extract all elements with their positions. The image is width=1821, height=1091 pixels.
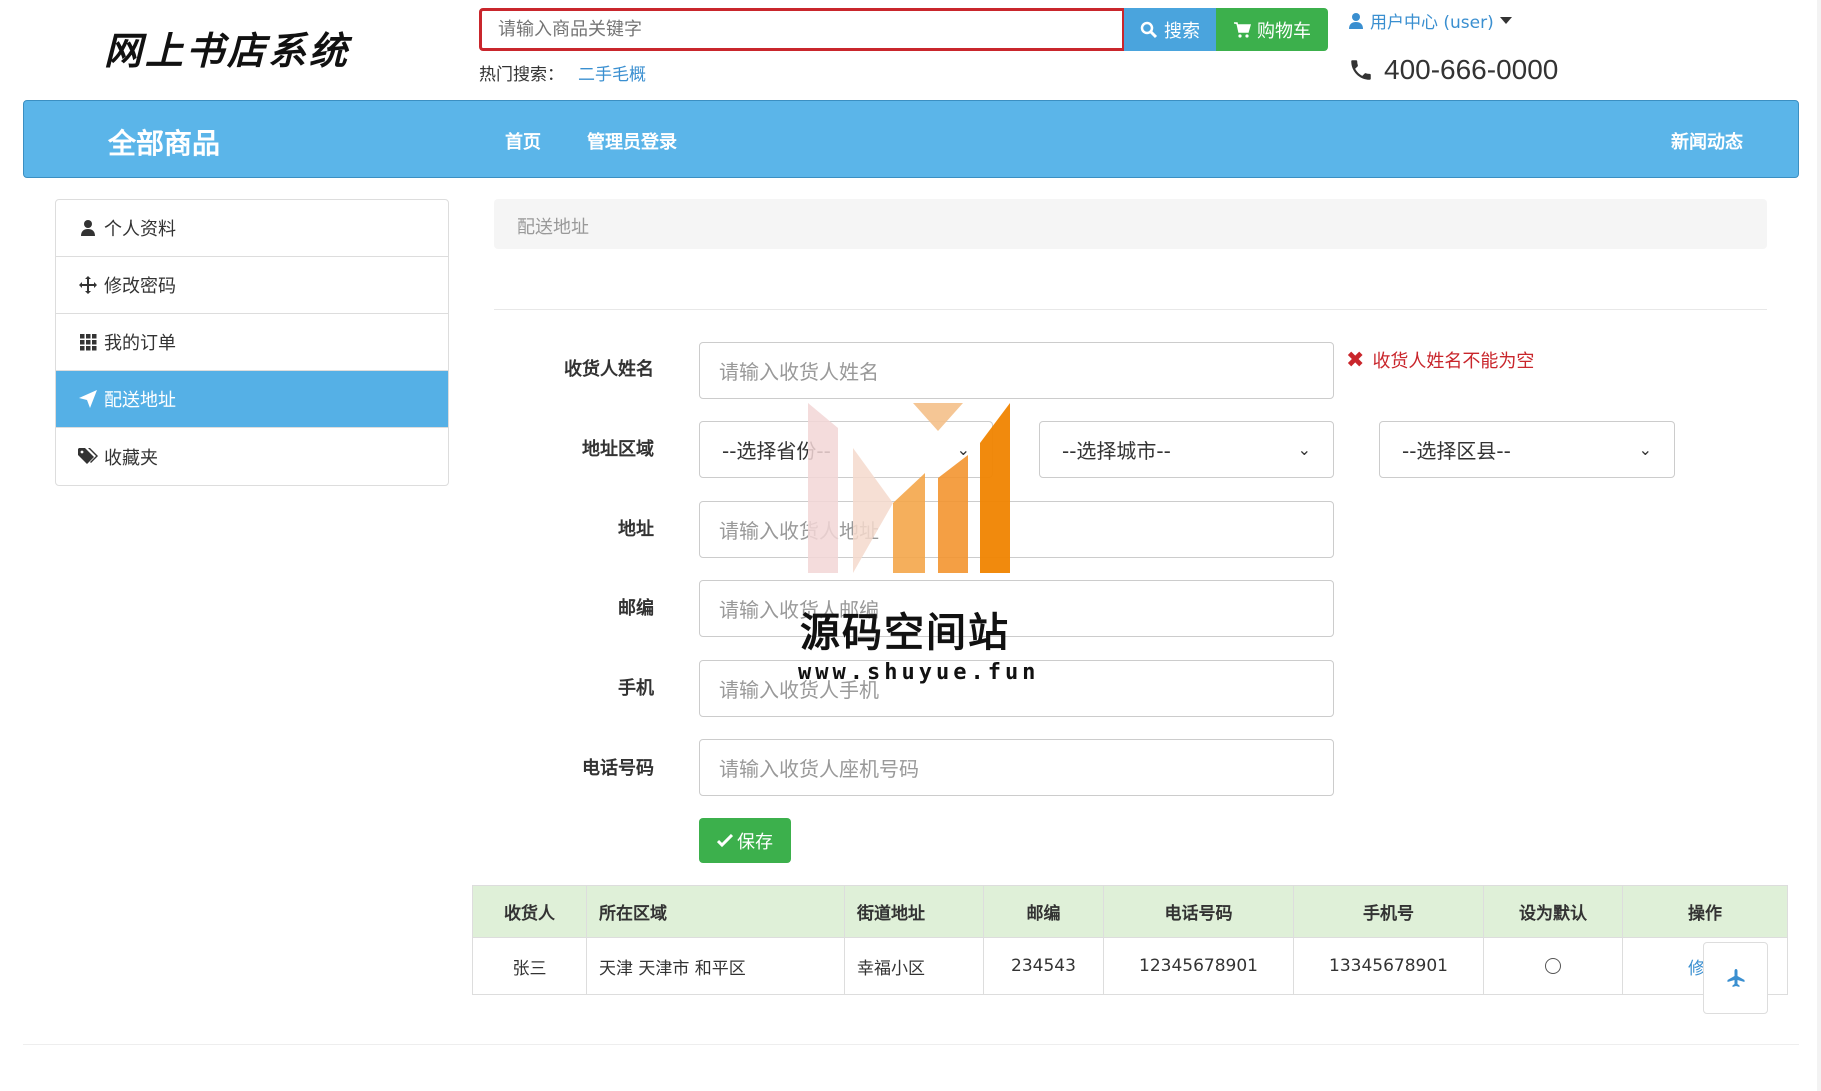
address-label: 地址 [618,519,654,540]
hot-search-link[interactable]: 二手毛概 [578,65,646,85]
table-header: 邮编 [983,885,1104,938]
nav-all-products[interactable]: 全部商品 [108,122,220,162]
error-x-icon: ✖ [1346,347,1365,373]
hotline: 400-666-0000 [1348,54,1558,86]
table-header: 操作 [1622,885,1788,938]
name-input[interactable]: 请输入收货人姓名 [699,342,1334,399]
zip-input[interactable]: 请输入收货人邮编 [699,580,1334,637]
watermark-logo-bar [853,448,893,573]
move-icon [78,276,98,294]
watermark-logo [808,403,1010,573]
tel-input[interactable]: 请输入收货人座机号码 [699,739,1334,796]
table-header-row: 收货人 所在区域 街道地址 邮编 电话号码 手机号 设为默认 操作 [472,885,1788,938]
sidebar-item-favorites[interactable]: 收藏夹 [56,428,448,485]
sidebar-item-label: 我的订单 [104,333,176,354]
footer-divider [23,1044,1799,1045]
cell-region: 天津 天津市 和平区 [586,937,845,995]
cell-mobile: 13345678901 [1293,937,1484,995]
cell-name: 张三 [472,937,587,995]
user-icon [78,219,98,237]
search-button[interactable]: 搜索 [1124,8,1216,51]
district-select-value: --选择区县-- [1402,439,1511,463]
watermark-url: www.shuyue.fun [798,660,1040,685]
save-button-label: 保存 [737,831,773,853]
district-select[interactable]: --选择区县-- ⌄ [1379,421,1675,478]
address-table: 收货人 所在区域 街道地址 邮编 电话号码 手机号 设为默认 操作 张三 天津 … [472,885,1788,995]
user-center-label: 用户中心 (user) [1370,13,1494,33]
cell-street: 幸福小区 [844,937,984,995]
user-sidebar: 个人资料 修改密码 我的订单 配送地址 收藏夹 [55,199,449,486]
caret-down-icon [1499,16,1512,24]
sidebar-item-label: 个人资料 [104,219,176,240]
chevron-down-icon: ⌄ [1297,440,1311,459]
region-label: 地址区域 [582,439,654,460]
user-center-dropdown[interactable]: 用户中心 (user) [1348,8,1512,33]
send-icon [78,390,98,408]
name-label: 收货人姓名 [564,359,654,380]
main-navbar: 全部商品 首页 管理员登录 新闻动态 [23,100,1799,178]
table-header: 所在区域 [586,885,845,938]
phone-icon [1351,60,1371,80]
tags-icon [78,447,98,466]
cart-button[interactable]: 购物车 [1216,8,1328,51]
chevron-down-icon: ⌄ [1638,440,1652,459]
back-to-top-button[interactable] [1703,942,1768,1014]
plane-icon [1727,969,1744,987]
hot-search: 热门搜索： 二手毛概 [479,60,646,85]
watermark-logo-bar [808,403,838,573]
grid-icon [78,333,98,351]
cell-tel: 12345678901 [1103,937,1294,995]
address-input[interactable]: 请输入收货人地址 [699,501,1334,558]
cell-zip: 234543 [983,937,1104,995]
scrollbar[interactable] [1817,0,1821,1091]
cart-button-label: 购物车 [1257,20,1311,42]
search-button-label: 搜索 [1164,20,1200,42]
breadcrumb: 配送地址 [494,199,1767,249]
city-select[interactable]: --选择城市-- ⌄ [1039,421,1334,478]
user-icon [1349,12,1363,29]
sidebar-item-profile[interactable]: 个人资料 [56,200,448,257]
watermark-logo-bar [980,403,1010,573]
name-error-text: 收货人姓名不能为空 [1372,351,1535,372]
nav-news[interactable]: 新闻动态 [1671,128,1743,154]
sidebar-item-label: 配送地址 [104,390,176,411]
check-icon [717,833,733,847]
divider [494,309,1767,310]
table-header: 电话号码 [1103,885,1294,938]
city-select-value: --选择城市-- [1062,439,1171,463]
tel-label: 电话号码 [582,758,654,779]
table-header: 街道地址 [844,885,984,938]
hot-search-label: 热门搜索： [479,65,564,85]
cart-icon [1234,21,1251,38]
nav-home[interactable]: 首页 [505,128,541,154]
zip-label: 邮编 [618,598,654,619]
phone-number: 400-666-0000 [1384,54,1559,85]
search-input[interactable] [482,11,1122,48]
search-icon [1140,21,1158,38]
cell-default [1483,937,1623,995]
watermark-logo-bar [938,455,968,573]
table-header: 收货人 [472,885,587,938]
search-box[interactable] [479,8,1125,51]
watermark-title: 源码空间站 [800,610,1010,656]
watermark-logo-bar [913,403,963,431]
site-logo[interactable]: 网上书店系统 [104,20,350,75]
watermark-logo-bar [893,473,925,573]
save-button[interactable]: 保存 [699,818,791,863]
mobile-label: 手机 [618,678,654,699]
table-header: 手机号 [1293,885,1484,938]
sidebar-item-password[interactable]: 修改密码 [56,257,448,314]
nav-admin-login[interactable]: 管理员登录 [587,128,677,154]
sidebar-item-label: 收藏夹 [104,447,158,469]
sidebar-item-address[interactable]: 配送地址 [56,371,448,428]
table-row: 张三 天津 天津市 和平区 幸福小区 234543 12345678901 13… [472,937,1788,995]
name-error: ✖ 收货人姓名不能为空 [1346,347,1534,373]
sidebar-item-orders[interactable]: 我的订单 [56,314,448,371]
sidebar-item-label: 修改密码 [104,276,176,297]
default-radio[interactable] [1545,958,1561,974]
table-header: 设为默认 [1483,885,1623,938]
